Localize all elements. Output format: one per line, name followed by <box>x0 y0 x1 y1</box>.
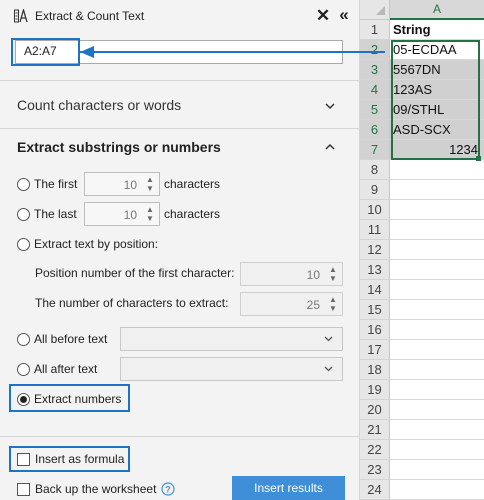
pointer-arrow <box>80 46 385 58</box>
